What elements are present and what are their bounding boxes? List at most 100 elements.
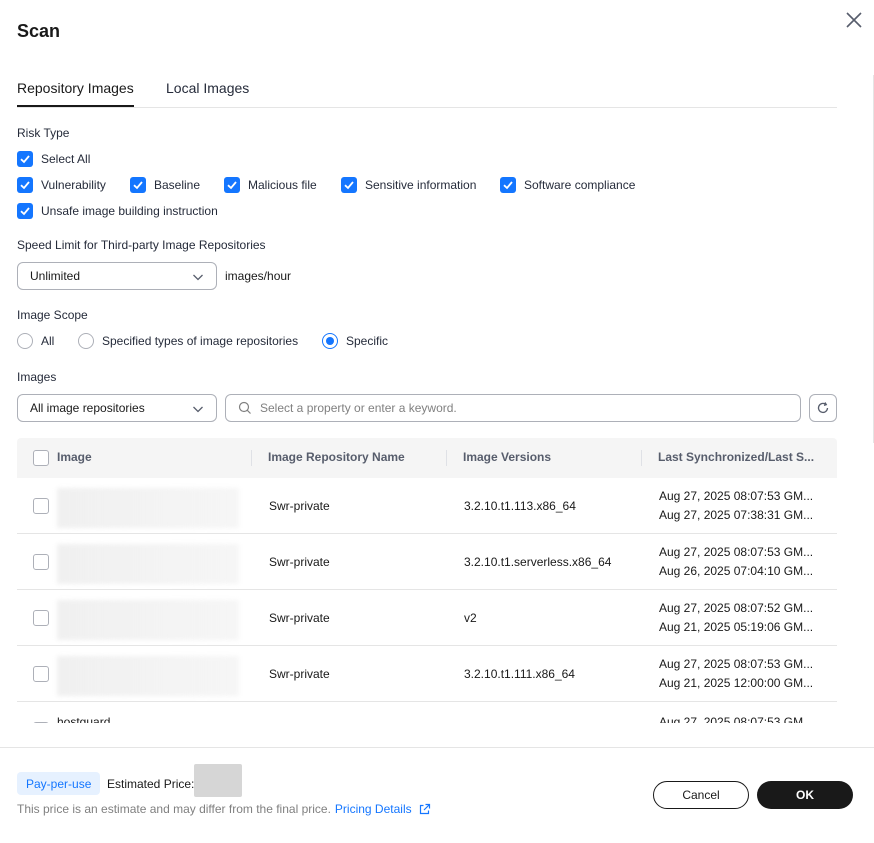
check-icon <box>224 177 240 193</box>
column-divider[interactable] <box>641 450 642 466</box>
row-checkbox[interactable] <box>33 498 49 514</box>
software-compliance-label: Software compliance <box>524 178 636 192</box>
redacted-image-name <box>57 488 239 528</box>
row-checkbox[interactable] <box>33 666 49 682</box>
column-divider[interactable] <box>251 450 252 466</box>
table-row[interactable]: Swr-private 3.2.10.t1.serverless.x86_64 … <box>17 534 837 590</box>
check-icon <box>17 151 33 167</box>
price-note-text: This price is an estimate and may differ… <box>17 802 331 816</box>
baseline-checkbox[interactable]: Baseline <box>130 177 200 193</box>
check-icon <box>17 177 33 193</box>
tab-local-images[interactable]: Local Images <box>166 80 249 107</box>
images-label: Images <box>17 370 57 384</box>
table-row[interactable]: hostguard Aug 27, 2025 08:07:53 GM... <box>17 702 837 723</box>
column-repository-name[interactable]: Image Repository Name <box>268 450 405 464</box>
refresh-icon <box>817 402 829 414</box>
tab-bar: Repository Images Local Images <box>17 76 837 108</box>
image-name-cell: hostguard <box>57 715 111 723</box>
table-row[interactable]: Swr-private 3.2.10.t1.111.x86_64 Aug 27,… <box>17 646 837 702</box>
last-synchronized-cell: Aug 27, 2025 08:07:52 GM... <box>659 601 814 615</box>
select-all-label: Select All <box>41 152 91 166</box>
software-compliance-checkbox[interactable]: Software compliance <box>500 177 635 193</box>
footer-divider <box>0 747 874 748</box>
close-icon[interactable] <box>843 9 865 31</box>
row-checkbox[interactable] <box>33 722 49 723</box>
image-version-cell: 3.2.10.t1.serverless.x86_64 <box>464 555 612 569</box>
unsafe-image-building-label: Unsafe image building instruction <box>41 204 218 218</box>
scope-all-radio[interactable]: All <box>17 333 54 349</box>
check-icon <box>130 177 146 193</box>
table-header: Image Image Repository Name Image Versio… <box>17 438 837 478</box>
cancel-button[interactable]: Cancel <box>653 781 749 809</box>
scope-specified-types-radio[interactable]: Specified types of image repositories <box>78 333 298 349</box>
pricing-details-link[interactable]: Pricing Details <box>335 802 431 816</box>
vulnerability-checkbox[interactable]: Vulnerability <box>17 177 106 193</box>
column-last-synchronized[interactable]: Last Synchronized/Last S... <box>658 450 814 464</box>
radio-icon <box>17 333 33 349</box>
image-version-cell: 3.2.10.t1.111.x86_64 <box>464 667 575 681</box>
last-scanned-cell: Aug 21, 2025 05:19:06 GM... <box>659 620 814 634</box>
last-synchronized-cell: Aug 27, 2025 08:07:53 GM... <box>659 715 814 723</box>
column-image-versions[interactable]: Image Versions <box>463 450 551 464</box>
tab-repository-images[interactable]: Repository Images <box>17 80 134 107</box>
check-icon <box>341 177 357 193</box>
chevron-down-icon <box>193 274 203 281</box>
redacted-image-name <box>57 600 239 640</box>
sensitive-information-label: Sensitive information <box>365 178 477 192</box>
search-box[interactable] <box>225 394 801 422</box>
column-image[interactable]: Image <box>57 450 92 464</box>
image-version-cell: v2 <box>464 611 477 625</box>
row-checkbox[interactable] <box>33 554 49 570</box>
baseline-label: Baseline <box>154 178 201 192</box>
dialog-title: Scan <box>17 21 61 41</box>
redacted-image-name <box>57 656 239 696</box>
scope-specified-types-label: Specified types of image repositories <box>102 334 299 348</box>
images-table: Image Image Repository Name Image Versio… <box>17 438 837 723</box>
repository-name-cell: Swr-private <box>269 611 330 625</box>
check-icon <box>500 177 516 193</box>
scope-specific-label: Specific <box>346 334 389 348</box>
chevron-down-icon <box>193 406 203 413</box>
last-scanned-cell: Aug 26, 2025 07:04:10 GM... <box>659 564 814 578</box>
pricing-details-label: Pricing Details <box>334 802 412 816</box>
redacted-price <box>194 764 242 797</box>
radio-selected-icon <box>322 333 338 349</box>
search-icon <box>238 401 251 414</box>
risk-type-label: Risk Type <box>17 126 70 140</box>
external-link-icon <box>419 803 430 814</box>
repository-name-cell: Swr-private <box>269 499 330 513</box>
speed-limit-label: Speed Limit for Third-party Image Reposi… <box>17 238 266 252</box>
malicious-file-checkbox[interactable]: Malicious file <box>224 177 317 193</box>
repository-name-cell: Swr-private <box>269 667 330 681</box>
image-scope-label: Image Scope <box>17 308 88 322</box>
scope-all-label: All <box>41 334 55 348</box>
last-scanned-cell: Aug 21, 2025 12:00:00 GM... <box>659 676 814 690</box>
speed-limit-select[interactable]: Unlimited <box>17 262 217 290</box>
refresh-button[interactable] <box>809 394 837 422</box>
malicious-file-label: Malicious file <box>248 178 317 192</box>
table-row[interactable]: Swr-private v2 Aug 27, 2025 08:07:52 GM.… <box>17 590 837 646</box>
check-icon <box>17 203 33 219</box>
scope-specific-radio[interactable]: Specific <box>322 333 388 349</box>
last-synchronized-cell: Aug 27, 2025 08:07:53 GM... <box>659 489 814 503</box>
last-synchronized-cell: Aug 27, 2025 08:07:53 GM... <box>659 657 814 671</box>
redacted-image-name <box>57 544 239 584</box>
sensitive-information-checkbox[interactable]: Sensitive information <box>341 177 476 193</box>
speed-limit-unit: images/hour <box>225 269 292 283</box>
ok-button[interactable]: OK <box>757 781 853 809</box>
row-checkbox[interactable] <box>33 610 49 626</box>
image-version-cell: 3.2.10.t1.113.x86_64 <box>464 499 576 513</box>
last-synchronized-cell: Aug 27, 2025 08:07:53 GM... <box>659 545 814 559</box>
repository-filter-value: All image repositories <box>30 401 145 415</box>
repository-filter-select[interactable]: All image repositories <box>17 394 217 422</box>
header-checkbox[interactable] <box>33 450 49 466</box>
table-row[interactable]: Swr-private 3.2.10.t1.113.x86_64 Aug 27,… <box>17 478 837 534</box>
price-note: This price is an estimate and may differ… <box>17 802 431 816</box>
unsafe-image-building-checkbox[interactable]: Unsafe image building instruction <box>17 203 218 219</box>
select-all-checkbox[interactable]: Select All <box>17 151 90 167</box>
last-scanned-cell: Aug 27, 2025 07:38:31 GM... <box>659 508 814 522</box>
search-input[interactable] <box>260 401 800 415</box>
speed-limit-value: Unlimited <box>30 269 81 283</box>
column-divider[interactable] <box>446 450 447 466</box>
scan-dialog: Scan Repository Images Local Images Risk… <box>0 0 874 843</box>
